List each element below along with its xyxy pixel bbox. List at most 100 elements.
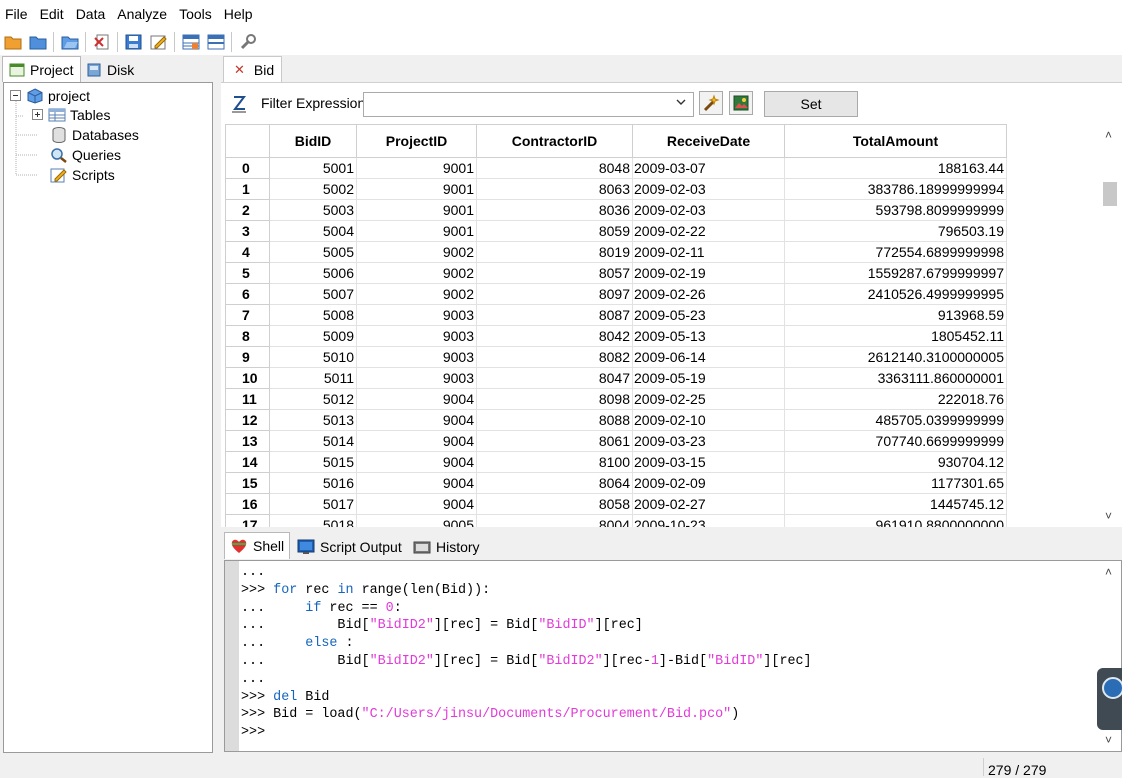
table-cell[interactable]: 9003 <box>356 304 477 326</box>
table-cell[interactable]: 9004 <box>356 493 477 515</box>
chevron-up-icon[interactable]: ˄ <box>1105 565 1112 579</box>
row-index[interactable]: 11 <box>225 388 270 410</box>
scroll-thumb[interactable] <box>1103 182 1117 206</box>
table-cell[interactable]: 9003 <box>356 346 477 368</box>
table-row[interactable]: 7 5008 9003 8087 2009-05-23 913968.59 <box>225 304 1007 326</box>
tree-item-databases[interactable]: Databases <box>50 125 139 145</box>
column-header[interactable]: ReceiveDate <box>632 124 785 158</box>
menu-help[interactable]: Help <box>218 0 259 28</box>
table-cell[interactable]: 1559287.6799999997 <box>784 262 1007 284</box>
table-cell[interactable]: 188163.44 <box>784 157 1007 179</box>
table-cell[interactable]: 8064 <box>476 472 633 494</box>
table-cell[interactable]: 9004 <box>356 451 477 473</box>
table-cell[interactable]: 1445745.12 <box>784 493 1007 515</box>
table-scrollbar[interactable]: ˄ ˅ <box>1099 124 1121 527</box>
table-cell[interactable]: 2612140.3100000005 <box>784 346 1007 368</box>
table-cell[interactable]: 796503.19 <box>784 220 1007 242</box>
table-cell[interactable]: 3363111.860000001 <box>784 367 1007 389</box>
open-file-icon[interactable] <box>57 30 82 54</box>
table-cell[interactable]: 9001 <box>356 220 477 242</box>
table-cell[interactable]: 9005 <box>356 514 477 527</box>
table-row[interactable]: 5 5006 9002 8057 2009-02-19 1559287.679999999… <box>225 262 1007 284</box>
menu-data[interactable]: Data <box>70 0 112 28</box>
table-cell[interactable]: 9004 <box>356 472 477 494</box>
table-cell[interactable]: 5008 <box>269 304 357 326</box>
table-row[interactable]: 4 5005 9002 8019 2009-02-11 772554.6899999998 <box>225 241 1007 263</box>
table-cell[interactable]: 9002 <box>356 241 477 263</box>
table-cell[interactable]: 5009 <box>269 325 357 347</box>
column-header[interactable]: ContractorID <box>476 124 633 158</box>
row-index[interactable]: 0 <box>225 157 270 179</box>
table-cell[interactable]: 8047 <box>476 367 633 389</box>
menu-tools[interactable]: Tools <box>173 0 218 28</box>
shell-console[interactable]: ... >>> for rec in range(len(Bid)):... if… <box>224 560 1122 752</box>
table-cell[interactable]: 9002 <box>356 283 477 305</box>
table-cell[interactable]: 8087 <box>476 304 633 326</box>
row-index[interactable]: 13 <box>225 430 270 452</box>
column-header[interactable]: ProjectID <box>356 124 477 158</box>
row-index[interactable]: 12 <box>225 409 270 431</box>
table-cell[interactable]: 2009-02-27 <box>632 493 785 515</box>
table-cell[interactable]: 2009-10-23 <box>632 514 785 527</box>
table-cell[interactable]: 9004 <box>356 430 477 452</box>
tab-project[interactable]: Project <box>2 56 81 82</box>
table-cell[interactable]: 5012 <box>269 388 357 410</box>
table-cell[interactable]: 8048 <box>476 157 633 179</box>
table-cell[interactable]: 9001 <box>356 199 477 221</box>
table-cell[interactable]: 707740.6699999999 <box>784 430 1007 452</box>
table-cell[interactable]: 5018 <box>269 514 357 527</box>
table-row[interactable]: 6 5007 9002 8097 2009-02-26 2410526.499999999… <box>225 283 1007 305</box>
table-cell[interactable]: 2009-05-13 <box>632 325 785 347</box>
row-index[interactable]: 3 <box>225 220 270 242</box>
table-row[interactable]: 14 5015 9004 8100 2009-03-15 930704.12 <box>225 451 1007 473</box>
row-index[interactable]: 16 <box>225 493 270 515</box>
table-cell[interactable]: 9003 <box>356 325 477 347</box>
table-cell[interactable]: 1805452.11 <box>784 325 1007 347</box>
chevron-down-icon[interactable]: ˅ <box>1105 509 1112 523</box>
tab-history[interactable]: History <box>408 534 485 559</box>
row-index[interactable]: 8 <box>225 325 270 347</box>
table-cell[interactable]: 5014 <box>269 430 357 452</box>
set-button[interactable]: Set <box>764 91 858 117</box>
table-cell[interactable]: 8082 <box>476 346 633 368</box>
expand-icon[interactable] <box>32 109 44 121</box>
tree-item-scripts[interactable]: Scripts <box>50 165 115 185</box>
table-cell[interactable]: 2009-03-15 <box>632 451 785 473</box>
table-cell[interactable]: 2009-02-22 <box>632 220 785 242</box>
row-index[interactable]: 15 <box>225 472 270 494</box>
table-cell[interactable]: 930704.12 <box>784 451 1007 473</box>
table-cell[interactable]: 961910.8800000000 <box>784 514 1007 527</box>
edit-icon[interactable] <box>146 30 171 54</box>
table-cell[interactable]: 593798.8099999999 <box>784 199 1007 221</box>
table-cell[interactable]: 5004 <box>269 220 357 242</box>
table-cell[interactable]: 5016 <box>269 472 357 494</box>
close-icon[interactable]: ✕ <box>234 62 245 78</box>
open-folder-icon[interactable] <box>25 30 50 54</box>
table-cell[interactable]: 913968.59 <box>784 304 1007 326</box>
wand-button[interactable] <box>699 91 723 115</box>
tab-shell[interactable]: Shell <box>224 532 291 559</box>
table-cell[interactable]: 2009-02-26 <box>632 283 785 305</box>
tab-script-output[interactable]: Script Output <box>292 534 407 559</box>
menu-edit[interactable]: Edit <box>34 0 70 28</box>
table-cell[interactable]: 8057 <box>476 262 633 284</box>
image-button[interactable] <box>729 91 753 115</box>
table-cell[interactable]: 9002 <box>356 262 477 284</box>
table-cell[interactable]: 5017 <box>269 493 357 515</box>
table-row[interactable]: 3 5004 9001 8059 2009-02-22 796503.19 <box>225 220 1007 242</box>
row-index[interactable]: 10 <box>225 367 270 389</box>
table-row[interactable]: 17 5018 9005 8004 2009-10-23 961910.880000000… <box>225 514 1007 527</box>
tree-item-tables[interactable]: Tables <box>32 105 110 125</box>
split-view-icon[interactable] <box>203 30 228 54</box>
table-cell[interactable]: 485705.0399999999 <box>784 409 1007 431</box>
table-cell[interactable]: 5015 <box>269 451 357 473</box>
table-cell[interactable]: 2009-02-25 <box>632 388 785 410</box>
row-index[interactable]: 4 <box>225 241 270 263</box>
table-cell[interactable]: 8019 <box>476 241 633 263</box>
table-cell[interactable]: 222018.76 <box>784 388 1007 410</box>
console-text[interactable]: ... >>> for rec in range(len(Bid)):... if… <box>241 564 812 742</box>
chevron-up-icon[interactable]: ˄ <box>1105 128 1112 142</box>
table-cell[interactable]: 2009-05-23 <box>632 304 785 326</box>
table-cell[interactable]: 2009-02-09 <box>632 472 785 494</box>
table-cell[interactable]: 8036 <box>476 199 633 221</box>
